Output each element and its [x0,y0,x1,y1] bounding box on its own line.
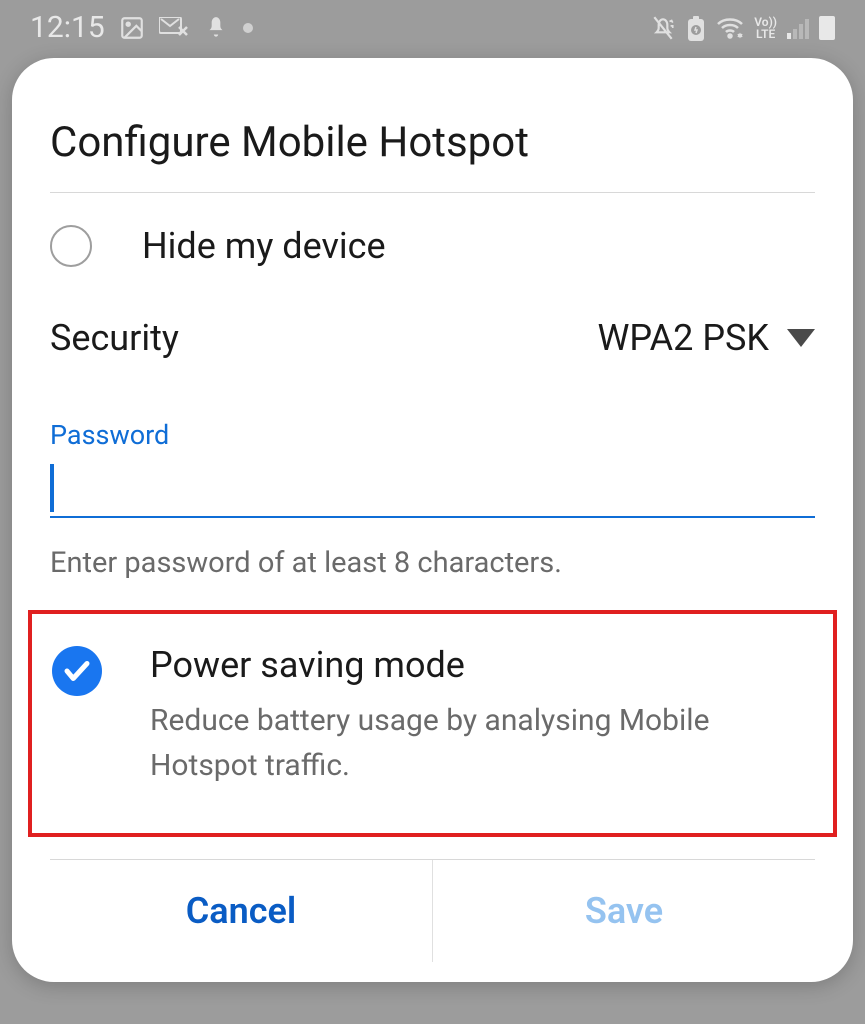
power-save-title: Power saving mode [150,644,813,686]
checkbox-checked-icon [52,646,102,696]
status-time: 12:15 [30,10,105,45]
signal-icon [787,17,809,39]
security-value-text: WPA2 PSK [597,317,769,359]
configure-hotspot-dialog: Configure Mobile Hotspot Hide my device … [12,58,853,982]
status-right: Vo))LTE [650,15,835,41]
dialog-button-row: Cancel Save [50,859,815,962]
wifi-icon [716,16,744,40]
battery-icon [819,16,835,40]
status-bar: 12:15 Vo))LTE [0,0,865,55]
password-hint: Enter password of at least 8 characters. [50,546,815,580]
security-dropdown[interactable]: Security WPA2 PSK [50,297,815,389]
password-section: Password Enter password of at least 8 ch… [50,389,815,580]
hide-device-label: Hide my device [142,225,386,267]
password-label: Password [50,419,815,451]
chevron-down-icon [787,329,815,347]
image-icon [119,15,145,41]
power-save-description: Reduce battery usage by analysing Mobile… [150,698,813,788]
power-save-text-group: Power saving mode Reduce battery usage b… [150,644,813,788]
save-button[interactable]: Save [433,860,815,962]
security-label: Security [50,317,179,359]
security-value-wrap: WPA2 PSK [597,317,815,359]
password-input[interactable] [50,456,815,518]
dot-icon [243,23,253,33]
highlighted-area: Power saving mode Reduce battery usage b… [28,610,837,837]
cancel-button[interactable]: Cancel [50,860,433,962]
radio-unchecked-icon [50,225,92,267]
notification-mute-icon [203,15,229,41]
mail-icon [159,17,189,39]
power-saving-option[interactable]: Power saving mode Reduce battery usage b… [52,644,813,788]
volte-icon: Vo))LTE [754,16,777,40]
text-cursor-icon [50,464,54,512]
dialog-title: Configure Mobile Hotspot [50,118,815,193]
hide-device-option[interactable]: Hide my device [50,193,815,297]
vibrate-icon [650,15,676,41]
status-left: 12:15 [30,10,253,45]
battery-saving-icon [686,15,706,41]
